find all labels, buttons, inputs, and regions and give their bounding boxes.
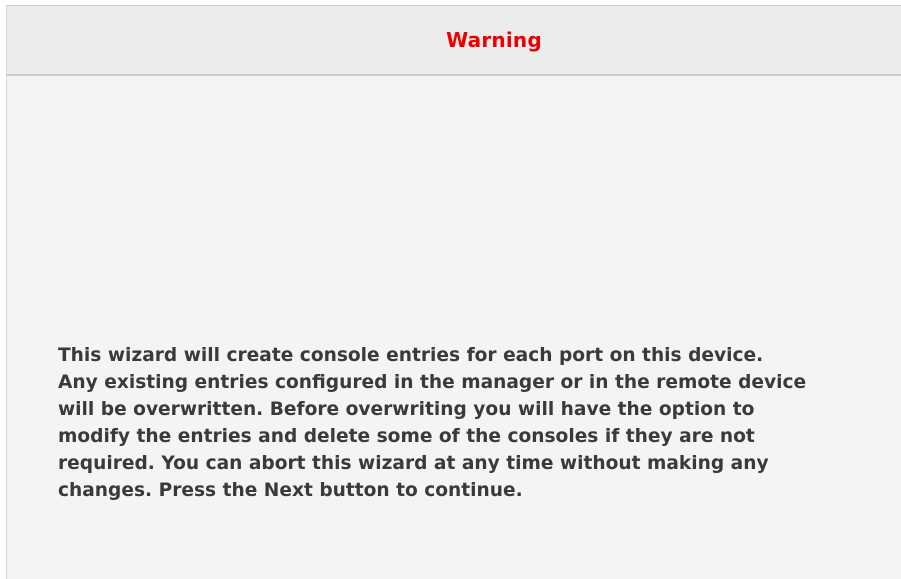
- dialog-header: Warning: [7, 6, 901, 76]
- warning-dialog: Warning This wizard will create console …: [6, 5, 901, 579]
- message-line: This wizard will create console entries …: [58, 345, 764, 366]
- message-line: Any existing entries configured in the m…: [58, 372, 807, 393]
- dialog-title: Warning: [446, 28, 542, 52]
- message-line: will be overwritten. Before overwriting …: [58, 399, 755, 420]
- message-line: required. You can abort this wizard at a…: [58, 453, 769, 474]
- warning-message: This wizard will create console entries …: [58, 342, 858, 504]
- message-line: modify the entries and delete some of th…: [58, 426, 755, 447]
- message-line: changes. Press the Next button to contin…: [58, 480, 523, 501]
